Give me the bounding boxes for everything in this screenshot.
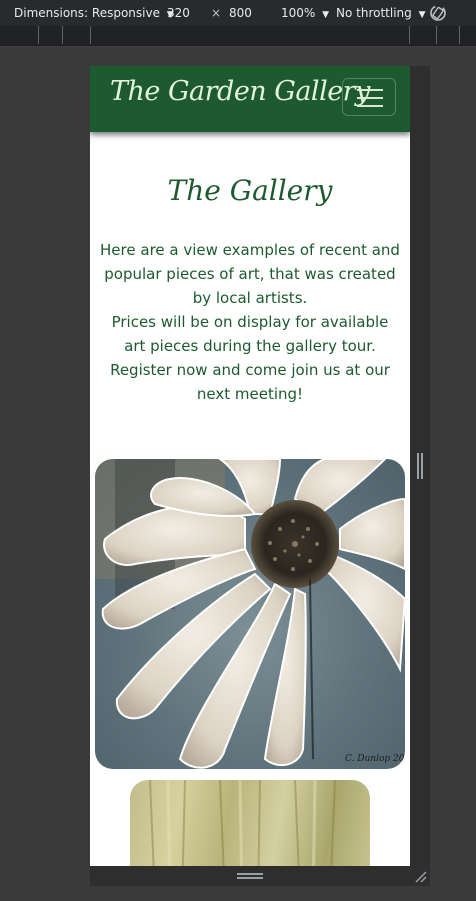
zoom-dropdown[interactable]: 100% ▼ (281, 6, 329, 20)
devtools-toolbar: Dimensions: Responsive ▼ 320 × 800 100% … (0, 0, 476, 26)
abstract-green-painting (149, 780, 336, 866)
intro-line: Prices will be on display for available … (111, 313, 389, 355)
chevron-down-icon: ▼ (322, 10, 330, 20)
rotate-icon[interactable] (428, 3, 448, 23)
resize-handle-right[interactable] (410, 66, 430, 866)
width-input[interactable]: 320 (167, 6, 190, 20)
zoom-label: 100% (281, 6, 316, 20)
navbar: The Garden Gallery (90, 66, 410, 132)
page-title: The Gallery (167, 174, 333, 207)
times-separator: × (211, 6, 222, 20)
site-brand[interactable]: The Garden Gallery (110, 76, 370, 107)
menu-toggle-button[interactable] (342, 78, 396, 116)
artist-signature: C. Dunlop 2020 (345, 754, 405, 764)
media-query-ruler (0, 26, 476, 47)
intro-line: Here are a view examples of recent and p… (100, 241, 400, 307)
artwork-daisy-image: C. Dunlop 2020 (95, 459, 405, 769)
chevron-down-icon: ▼ (418, 10, 426, 20)
intro-text: Here are a view examples of recent and p… (100, 238, 400, 406)
hamburger-icon (357, 89, 383, 91)
page-viewport[interactable]: The Garden Gallery The Gallery Here are … (90, 66, 410, 866)
intro-line: Register now and come join us at our nex… (110, 361, 390, 403)
dimensions-dropdown[interactable]: Dimensions: Responsive ▼ (14, 6, 174, 20)
throttling-dropdown[interactable]: No throttling ▼ (336, 6, 426, 20)
resize-corner-icon[interactable] (412, 868, 428, 884)
throttling-label: No throttling (336, 6, 412, 20)
daisy-painting: C. Dunlop 2020 (95, 459, 405, 769)
resize-handle-bottom[interactable] (90, 866, 430, 886)
height-input[interactable]: 800 (229, 6, 252, 20)
artwork-abstract-image (130, 780, 370, 866)
dimensions-label: Dimensions: Responsive (14, 6, 160, 20)
